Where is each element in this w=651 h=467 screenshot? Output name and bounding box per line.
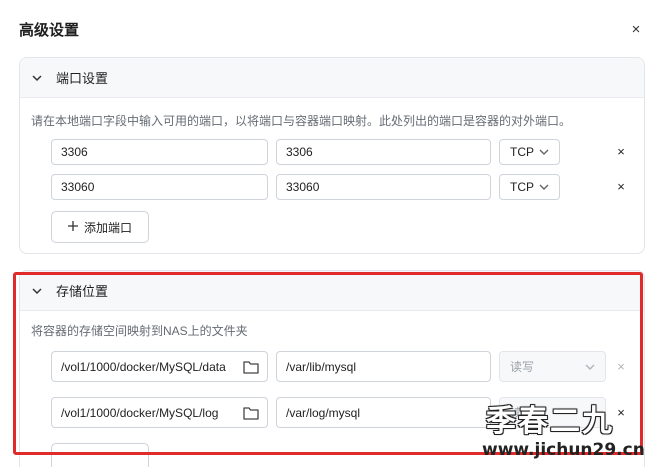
local-port-input[interactable]: 33060 (51, 174, 268, 200)
container-path-input[interactable]: /var/log/mysql (276, 397, 491, 428)
mode-value: 读写 (510, 360, 535, 374)
container-port-value: 33060 (286, 180, 320, 194)
mode-value: 读写 (510, 406, 535, 420)
chevron-down-icon (539, 184, 549, 190)
port-settings-title: 端口设置 (56, 71, 109, 86)
close-dialog-button[interactable]: × (628, 22, 644, 38)
host-folder-value: /vol1/1000/docker/MySQL/log (61, 405, 219, 420)
protocol-select[interactable]: TCP (499, 139, 560, 165)
remove-storage-button[interactable]: × (614, 406, 628, 420)
protocol-select[interactable]: TCP (499, 174, 560, 200)
remove-port-button[interactable]: × (614, 180, 628, 194)
container-path-input[interactable]: /var/lib/mysql (276, 351, 491, 382)
container-port-value: 3306 (286, 145, 313, 159)
container-port-input[interactable]: 3306 (276, 139, 491, 165)
remove-storage-button[interactable]: × (614, 360, 628, 374)
remove-port-button[interactable]: × (614, 145, 628, 159)
mode-select[interactable]: 读写 (499, 397, 606, 428)
port-settings-hint: 请在本地端口字段中输入可用的端口，以将端口与容器端口映射。此处列出的端口是容器的… (31, 114, 572, 128)
storage-title: 存储位置 (56, 284, 109, 299)
host-folder-value: /vol1/1000/docker/MySQL/data (61, 359, 226, 374)
mode-select[interactable]: 读写 (499, 351, 606, 382)
storage-hint: 将容器的存储空间映射到NAS上的文件夹 (31, 324, 248, 338)
advanced-settings-dialog: 高级设置 × 端口设置 请在本地端口字段中输入可用的端口，以将端口与容器端口映射… (0, 0, 651, 467)
local-port-input[interactable]: 3306 (51, 139, 268, 165)
dialog-title: 高级设置 (19, 22, 80, 39)
container-path-value: /var/lib/mysql (286, 359, 357, 374)
add-port-label: 添加端口 (84, 220, 133, 235)
add-port-button[interactable]: 添加端口 (51, 211, 150, 243)
chevron-down-icon (539, 149, 549, 155)
close-icon: × (631, 21, 641, 38)
chevron-down-icon (585, 364, 595, 370)
local-port-value: 33060 (61, 180, 95, 194)
container-path-value: /var/log/mysql (286, 405, 361, 420)
storage-header[interactable]: 存储位置 (20, 271, 644, 311)
host-folder-input[interactable]: /vol1/1000/docker/MySQL/data (51, 351, 268, 382)
plus-icon (68, 220, 78, 234)
add-storage-button[interactable] (51, 443, 149, 467)
port-settings-header[interactable]: 端口设置 (20, 58, 644, 98)
local-port-value: 3306 (61, 145, 88, 159)
protocol-value: TCP (510, 145, 534, 159)
folder-icon[interactable] (243, 360, 259, 374)
host-folder-input[interactable]: /vol1/1000/docker/MySQL/log (51, 397, 268, 428)
container-port-input[interactable]: 33060 (276, 174, 491, 200)
chevron-down-icon (32, 73, 42, 83)
protocol-value: TCP (510, 180, 534, 194)
folder-icon[interactable] (243, 406, 259, 420)
chevron-down-icon (32, 286, 42, 296)
